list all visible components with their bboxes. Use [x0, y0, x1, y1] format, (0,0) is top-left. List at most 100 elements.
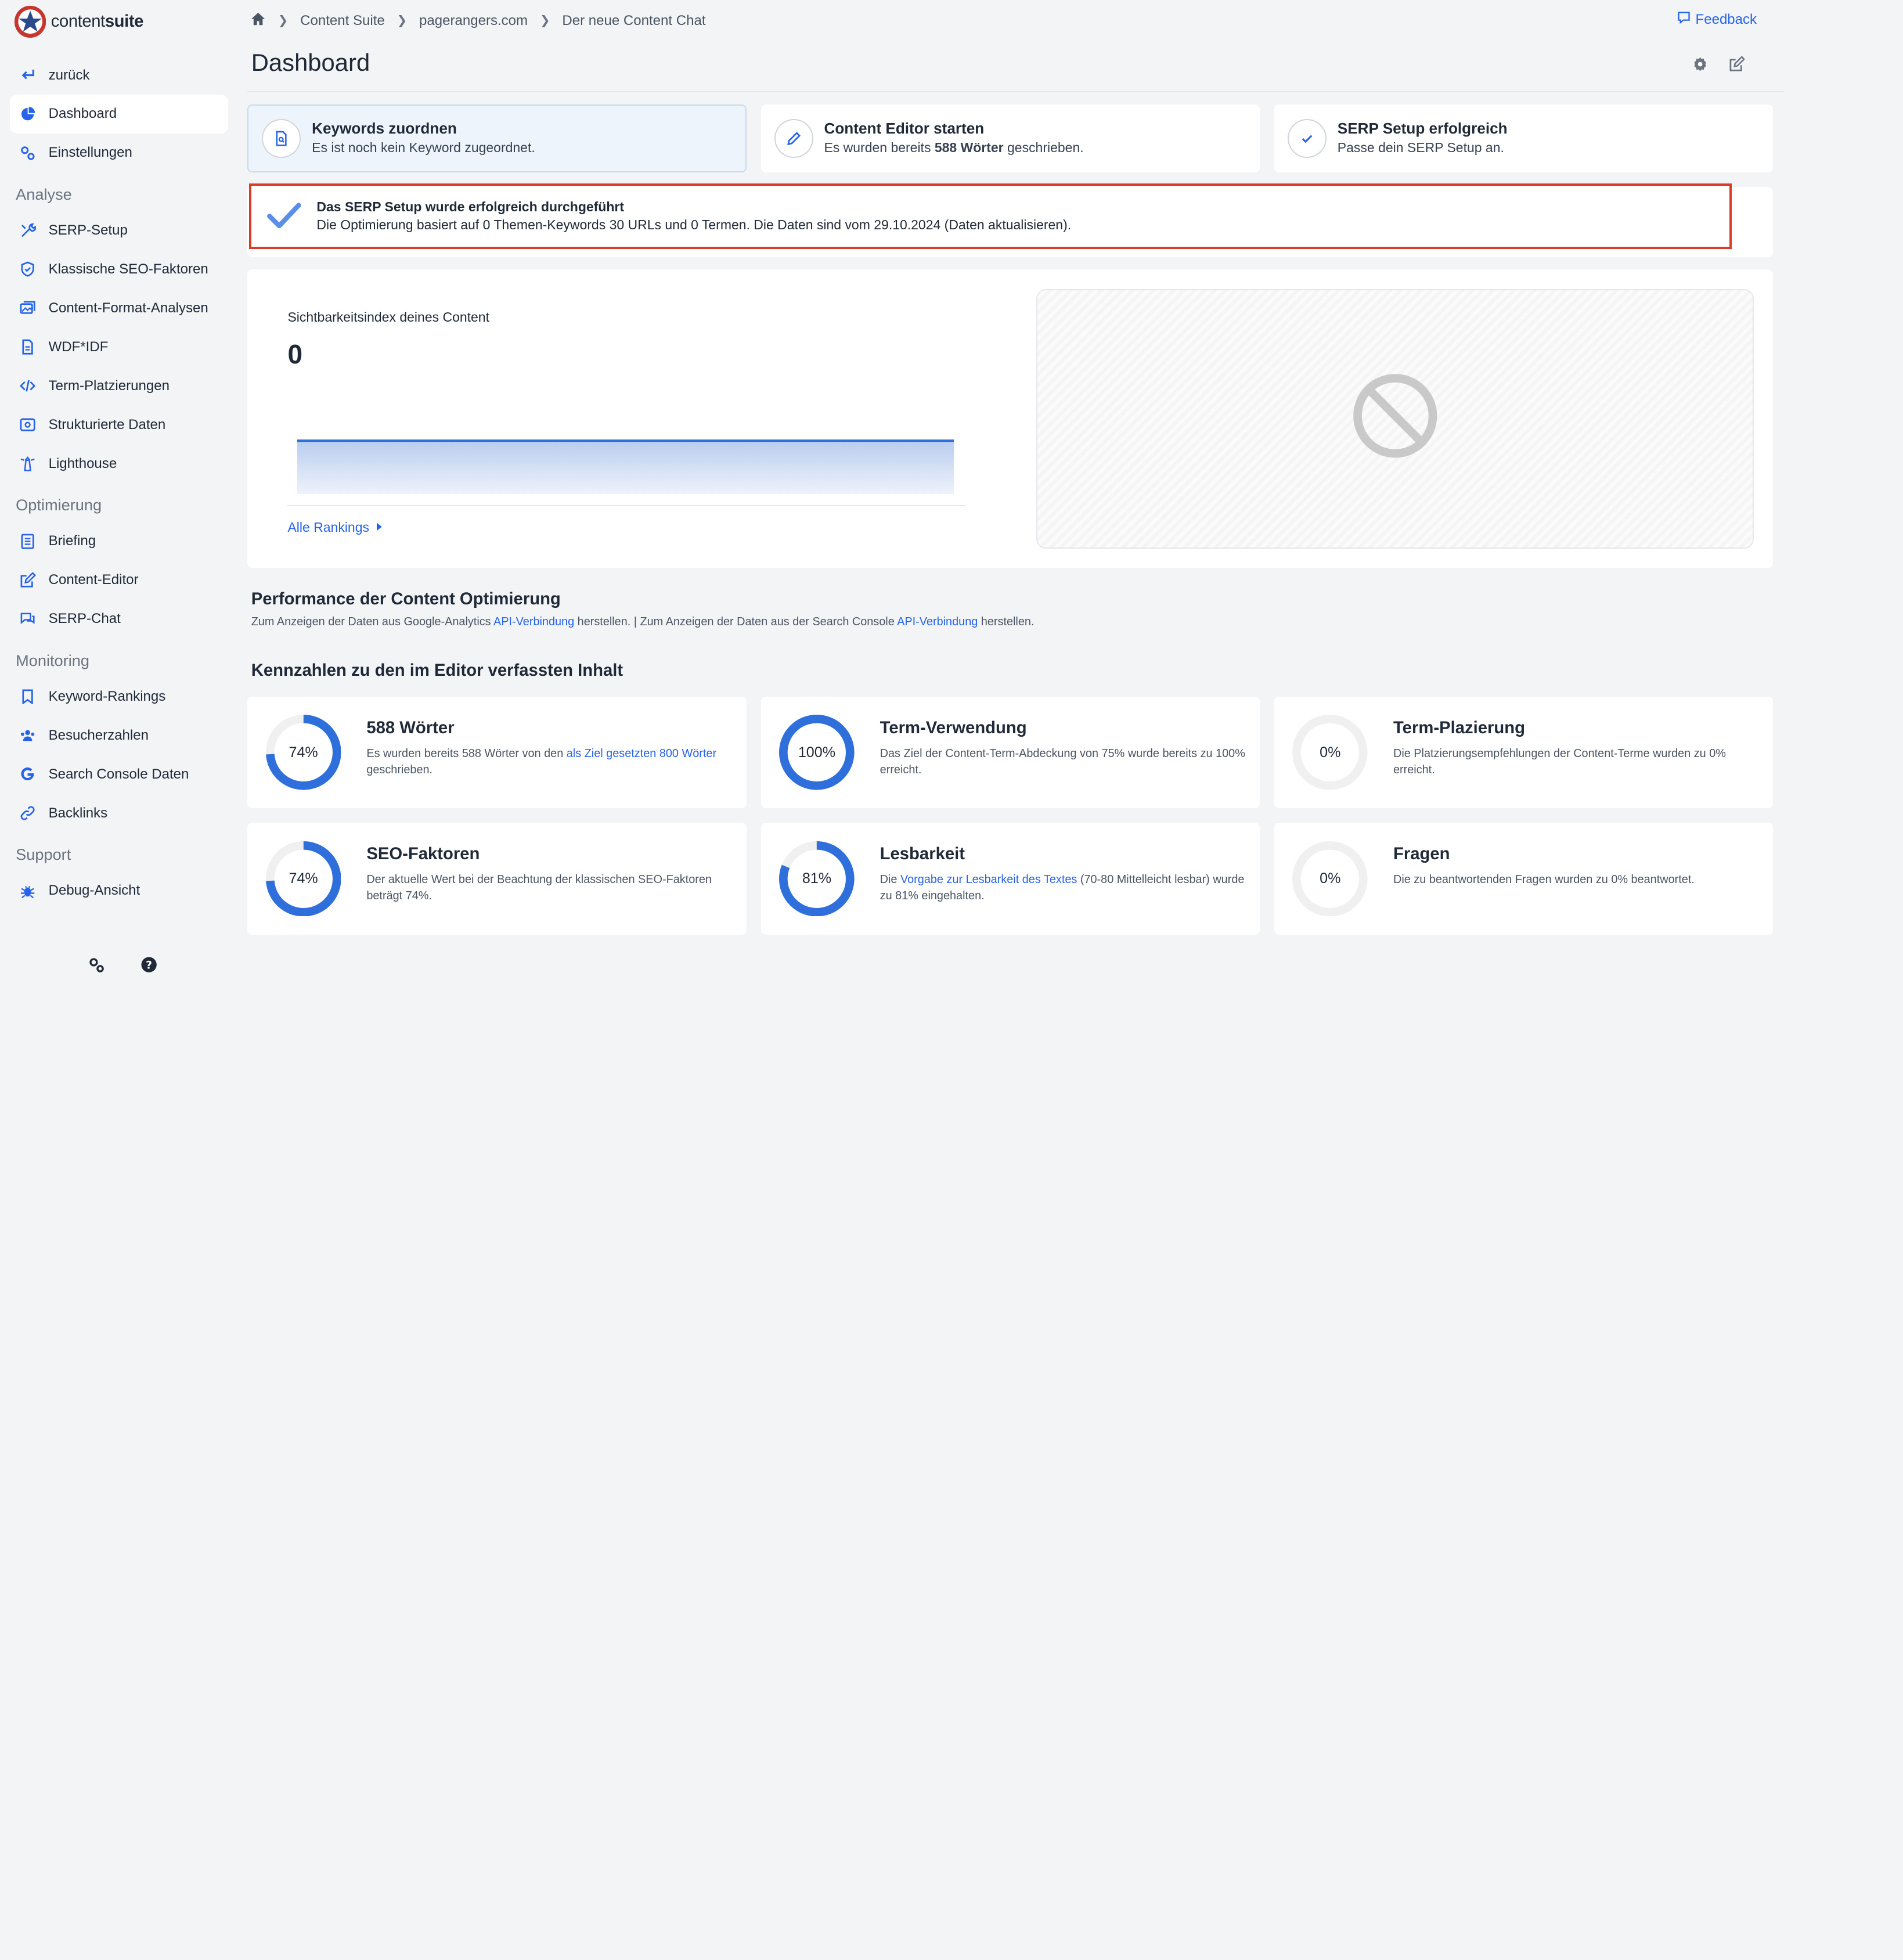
- kpi-link[interactable]: Vorgabe zur Lesbarkeit des Textes: [900, 873, 1077, 886]
- logo[interactable]: contentsuite: [15, 6, 143, 38]
- sidebar-item-label: SERP-Setup: [48, 222, 128, 239]
- percent-label: 81%: [802, 870, 832, 887]
- sidebar-item-term-platzierungen[interactable]: Term-Platzierungen: [10, 366, 228, 405]
- sidebar-item-zurueck[interactable]: zurück: [10, 56, 228, 95]
- sidebar-footer: ?: [88, 956, 158, 973]
- sidebar-item-einstellungen[interactable]: Einstellungen: [10, 134, 228, 172]
- performance-title: Performance der Content Optimierung: [251, 590, 561, 609]
- kpi-title: Fragen: [1393, 845, 1450, 864]
- lighthouse-icon: [19, 455, 36, 472]
- pie-chart-icon: [19, 106, 36, 123]
- step-description: Es ist noch kein Keyword zugeordnet.: [312, 140, 535, 156]
- feedback-label: Feedback: [1695, 11, 1757, 27]
- chart-baseline: [287, 505, 967, 506]
- percent-label: 100%: [798, 744, 835, 761]
- kpi-term-plazierung: 0% Term-Plazierung Die Platzierungsempfehl…: [1274, 697, 1774, 809]
- step-title: Content Editor starten: [824, 119, 985, 137]
- alert-title: Das SERP Setup wurde erfolgreich durchge…: [316, 199, 624, 214]
- link-icon: [19, 805, 36, 822]
- edit-icon[interactable]: [1728, 56, 1745, 73]
- svg-text:?: ?: [146, 960, 153, 972]
- breadcrumb: ❯ Content Suite ❯ pagerangers.com ❯ Der …: [250, 11, 706, 31]
- shield-icon: [19, 261, 36, 278]
- sidebar-item-label: zurück: [48, 67, 90, 83]
- sidebar-nav: zurück Dashboard Einstellungen Analyse S…: [9, 56, 229, 910]
- all-rankings-label: Alle Rankings: [287, 519, 369, 535]
- sidebar-item-strukturierte-daten[interactable]: Strukturierte Daten: [10, 405, 228, 444]
- sidebar-item-label: Lighthouse: [48, 455, 117, 471]
- breadcrumb-item[interactable]: pagerangers.com: [419, 13, 528, 29]
- sidebar-item-dashboard[interactable]: Dashboard: [9, 95, 229, 134]
- main-content: ❯ Content Suite ❯ pagerangers.com ❯ Der …: [247, 0, 1785, 979]
- sidebar-item-label: Dashboard: [48, 106, 117, 122]
- sidebar-item-search-console-daten[interactable]: Search Console Daten: [10, 755, 228, 794]
- gear-icon[interactable]: [1692, 56, 1709, 73]
- breadcrumb-item[interactable]: Content Suite: [300, 13, 385, 29]
- section-title-monitoring: Monitoring: [16, 651, 89, 669]
- sidebar-item-besucherzahlen[interactable]: Besucherzahlen: [10, 716, 228, 755]
- kpi-title: Lesbarkeit: [880, 845, 965, 864]
- kpi-title: SEO-Faktoren: [366, 845, 480, 864]
- tools-icon: [19, 222, 36, 239]
- home-icon[interactable]: [250, 11, 266, 31]
- sidebar-item-klassische-seo-faktoren[interactable]: Klassische SEO-Faktoren: [10, 250, 228, 289]
- star-logo-icon: [15, 6, 46, 38]
- section-title-optimierung: Optimierung: [16, 496, 102, 514]
- bug-icon: [19, 882, 36, 899]
- return-arrow-icon: [19, 67, 36, 84]
- kpi-description: Die Platzierungsempfehlungen der Content…: [1393, 747, 1726, 776]
- kpi-link[interactable]: als Ziel gesetzten 800 Wörter: [567, 747, 716, 760]
- edit-icon: [19, 572, 36, 589]
- kpi-title: Term-Verwendung: [880, 718, 1027, 737]
- kpi-description: Der aktuelle Wert bei der Beachtung der …: [366, 873, 712, 903]
- sidebar-item-label: Backlinks: [48, 805, 108, 821]
- divider: [247, 91, 1785, 92]
- chevron-right-icon: ❯: [397, 14, 408, 28]
- sidebar-item-label: Content-Editor: [48, 572, 139, 588]
- all-rankings-link[interactable]: Alle Rankings: [287, 520, 383, 535]
- prohibited-icon: [1351, 372, 1439, 465]
- step-description: Es wurden bereits 588 Wörter geschrieben…: [824, 140, 1084, 156]
- chevron-right-icon: ❯: [539, 14, 550, 28]
- sidebar-item-debug-ansicht[interactable]: Debug-Ansicht: [10, 871, 228, 910]
- step-keywords-zuordnen[interactable]: Keywords zuordnen Es ist noch kein Keywo…: [247, 104, 747, 172]
- sidebar-item-content-editor[interactable]: Content-Editor: [10, 561, 228, 600]
- kpi-heading: Kennzahlen zu den im Editor verfassten I…: [251, 661, 623, 680]
- google-icon: [19, 766, 36, 783]
- check-icon: [1288, 118, 1327, 158]
- help-icon[interactable]: ?: [140, 956, 157, 973]
- kpi-lesbarkeit: 81% Lesbarkeit Die Vorgabe zur Lesbarkeit …: [761, 823, 1260, 935]
- sidebar-item-backlinks[interactable]: Backlinks: [10, 794, 228, 833]
- percent-label: 0%: [1320, 744, 1341, 761]
- step-content-editor-starten[interactable]: Content Editor starten Es wurden bereits…: [761, 104, 1260, 172]
- visibility-value: 0: [287, 339, 303, 370]
- step-title: SERP Setup erfolgreich: [1337, 119, 1508, 137]
- checkmark-icon: [266, 198, 302, 235]
- sidebar-item-wdf-idf[interactable]: WDF*IDF: [10, 327, 228, 366]
- sidebar-item-label: Besucherzahlen: [48, 727, 149, 743]
- title-actions: [1692, 56, 1745, 73]
- api-connection-link-gsc[interactable]: API-Verbindung: [897, 615, 978, 628]
- sidebar-item-serp-setup[interactable]: SERP-Setup: [10, 211, 228, 250]
- caret-right-icon: [376, 520, 383, 535]
- feedback-link[interactable]: Feedback: [1677, 11, 1757, 28]
- settings-gears-icon[interactable]: [88, 956, 104, 973]
- step-title: Keywords zuordnen: [312, 119, 457, 137]
- sidebar-item-content-format-analysen[interactable]: Content-Format-Analysen: [10, 289, 228, 328]
- serp-success-alert: Das SERP Setup wurde erfolgreich durchge…: [248, 183, 1732, 249]
- chevron-right-icon: ❯: [277, 14, 289, 28]
- kpi-seo-faktoren: 74% SEO-Faktoren Der aktuelle Wert bei der…: [247, 823, 747, 935]
- api-connection-link-ga[interactable]: API-Verbindung: [493, 615, 574, 628]
- users-icon: [19, 727, 36, 744]
- document-search-icon: [262, 118, 301, 158]
- step-serp-setup-erfolgreich[interactable]: SERP Setup erfolgreich Passe dein SERP S…: [1274, 104, 1774, 172]
- sidebar-item-briefing[interactable]: Briefing: [10, 522, 228, 561]
- kpi-title: 588 Wörter: [366, 718, 455, 737]
- sidebar-item-label: Term-Platzierungen: [48, 377, 170, 394]
- sidebar-item-lighthouse[interactable]: Lighthouse: [10, 444, 228, 483]
- kpi-description: Es wurden bereits 588 Wörter von den als…: [366, 747, 717, 776]
- sidebar-item-label: Search Console Daten: [48, 766, 189, 782]
- sidebar-item-serp-chat[interactable]: SERP-Chat: [10, 600, 228, 639]
- sidebar-item-keyword-rankings[interactable]: Keyword-Rankings: [10, 677, 228, 716]
- breadcrumb-item[interactable]: Der neue Content Chat: [562, 13, 705, 29]
